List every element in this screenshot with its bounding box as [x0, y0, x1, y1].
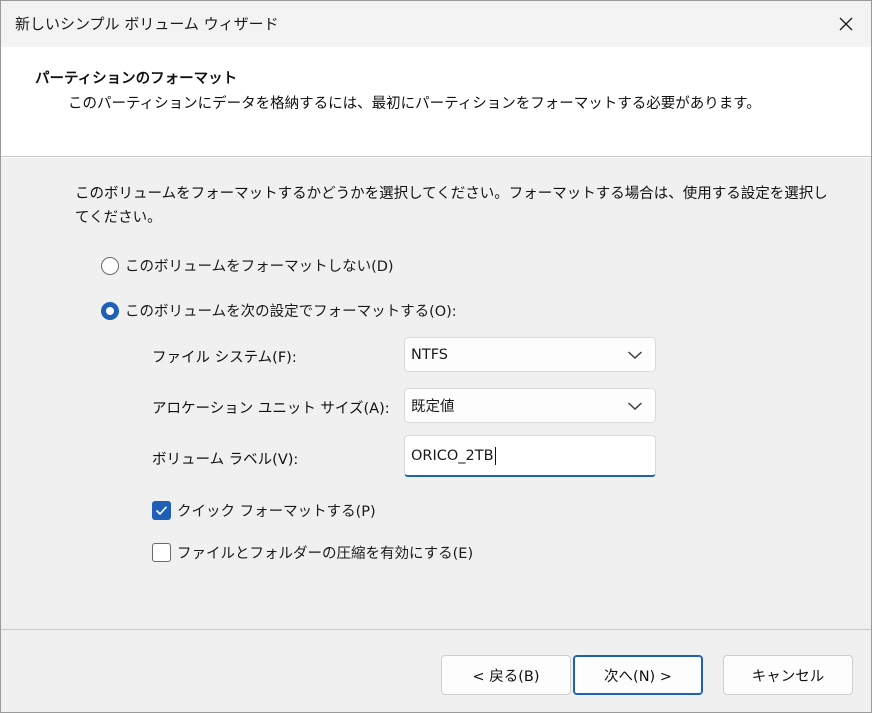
intro-text: このボリュームをフォーマットするかどうかを選択してください。フォーマットする場合… [75, 186, 828, 226]
radio-no-format-indicator[interactable] [101, 256, 119, 275]
file-system-select[interactable]: NTFS [404, 337, 656, 372]
file-system-value: NTFS [411, 346, 448, 363]
volume-label-input[interactable]: ORICO_2TB [404, 435, 656, 477]
page-title: パーティションのフォーマット [35, 71, 238, 87]
quick-format-label: クイック フォーマットする(P) [177, 504, 376, 520]
quick-format-checkbox-box[interactable] [152, 501, 171, 520]
window-title: 新しいシンプル ボリューム ウィザード [15, 15, 279, 33]
volume-label-label: ボリューム ラベル(V): [152, 452, 299, 468]
radio-format[interactable]: このボリュームを次の設定でフォーマットする(O): [101, 300, 457, 321]
header-divider-highlight [1, 157, 871, 158]
close-button[interactable] [821, 1, 871, 47]
compression-checkbox-box[interactable] [152, 543, 171, 562]
radio-no-format-label: このボリュームをフォーマットしない(D) [125, 259, 394, 275]
radio-no-format[interactable]: このボリュームをフォーマットしない(D) [101, 255, 394, 276]
compression-checkbox[interactable]: ファイルとフォルダーの圧縮を有効にする(E) [152, 542, 473, 563]
file-system-label: ファイル システム(F): [152, 350, 297, 366]
chevron-down-icon [628, 351, 642, 359]
cancel-button[interactable]: キャンセル [723, 655, 853, 695]
volume-label-value: ORICO_2TB [411, 447, 494, 464]
back-button[interactable]: < 戻る(B) [441, 655, 571, 695]
footer-divider [1, 629, 871, 630]
allocation-unit-select[interactable]: 既定値 [404, 388, 656, 423]
allocation-unit-label: アロケーション ユニット サイズ(A): [152, 401, 390, 417]
page-subtitle: このパーティションにデータを格納するには、最初にパーティションをフォーマットする… [68, 96, 761, 112]
chevron-down-icon [628, 402, 642, 410]
next-button[interactable]: 次へ(N) > [573, 655, 703, 695]
close-icon [839, 17, 853, 31]
quick-format-checkbox[interactable]: クイック フォーマットする(P) [152, 500, 376, 521]
title-bar: 新しいシンプル ボリューム ウィザード [1, 1, 871, 47]
compression-label: ファイルとフォルダーの圧縮を有効にする(E) [177, 546, 474, 562]
wizard-window: 新しいシンプル ボリューム ウィザード パーティションのフォーマット このパーテ… [0, 0, 872, 713]
wizard-header: パーティションのフォーマット このパーティションにデータを格納するには、最初にパ… [1, 47, 871, 157]
checkmark-icon [155, 506, 168, 516]
allocation-unit-value: 既定値 [411, 399, 455, 415]
radio-format-indicator[interactable] [101, 301, 119, 320]
text-caret [494, 446, 496, 465]
radio-format-label: このボリュームを次の設定でフォーマットする(O): [125, 304, 457, 320]
